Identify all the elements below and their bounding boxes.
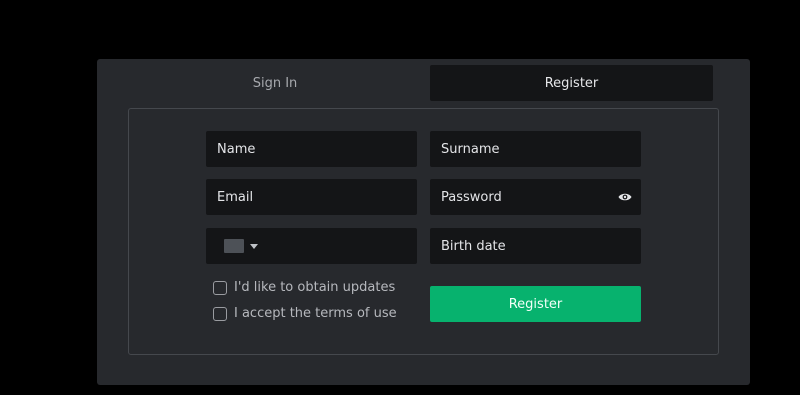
updates-label: I'd like to obtain updates	[234, 280, 396, 295]
terms-checkbox-row[interactable]: I accept the terms of use	[213, 306, 397, 321]
updates-checkbox[interactable]	[213, 280, 227, 295]
terms-label: I accept the terms of use	[234, 306, 397, 321]
birth-date-placeholder: Birth date	[441, 238, 506, 254]
tab-register[interactable]: Register	[430, 65, 713, 101]
flag-icon	[224, 239, 244, 253]
surname-field[interactable]: Surname	[430, 131, 641, 167]
chevron-down-icon	[250, 243, 258, 249]
name-placeholder: Name	[217, 141, 256, 157]
phone-field[interactable]	[206, 228, 417, 264]
terms-checkbox[interactable]	[213, 306, 227, 321]
name-field[interactable]: Name	[206, 131, 417, 167]
password-field[interactable]: Password	[430, 179, 641, 215]
surname-placeholder: Surname	[441, 141, 500, 157]
birth-date-field[interactable]: Birth date	[430, 228, 641, 264]
updates-checkbox-row[interactable]: I'd like to obtain updates	[213, 280, 395, 295]
register-button[interactable]: Register	[430, 286, 641, 322]
email-placeholder: Email	[217, 189, 254, 205]
country-code-select[interactable]	[217, 239, 258, 253]
password-placeholder: Password	[441, 189, 502, 205]
email-field[interactable]: Email	[206, 179, 417, 215]
register-form-panel: Name Surname Email Password Birth date I…	[128, 108, 719, 355]
tab-sign-in[interactable]: Sign In	[131, 65, 419, 101]
auth-modal: Sign In Register Name Surname Email Pass…	[97, 59, 750, 385]
eye-icon[interactable]	[618, 192, 632, 202]
